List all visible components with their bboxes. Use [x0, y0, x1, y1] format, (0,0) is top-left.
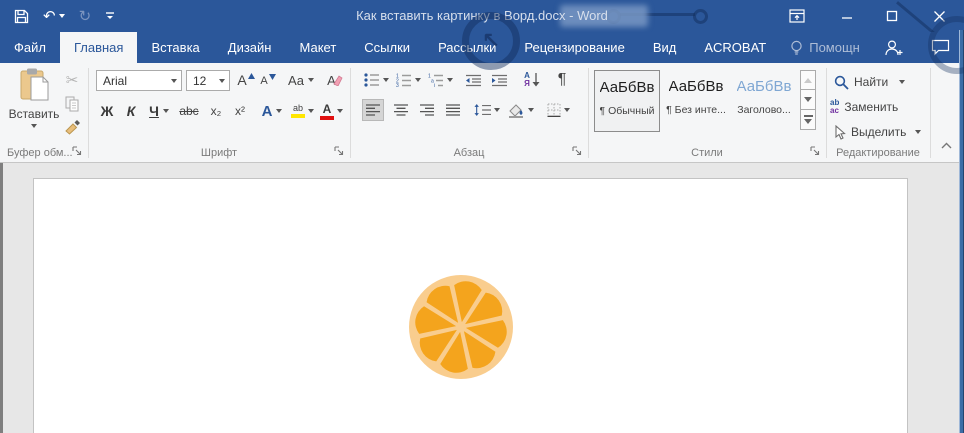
- line-spacing-button[interactable]: [474, 99, 500, 121]
- copy-icon[interactable]: [62, 95, 82, 113]
- tell-me-box[interactable]: Помощн: [780, 32, 870, 63]
- tab-file[interactable]: Файл: [0, 32, 60, 63]
- font-dialog-launcher-icon[interactable]: [334, 146, 346, 158]
- ribbon-display-options-button[interactable]: [780, 0, 814, 32]
- styles-scroll-down-button[interactable]: [800, 90, 816, 110]
- align-right-button[interactable]: [416, 99, 438, 121]
- tab-review[interactable]: Рецензирование: [510, 32, 638, 63]
- quick-access-toolbar: ↶ ↻: [14, 0, 115, 32]
- grow-font-button[interactable]: А: [236, 70, 256, 90]
- clear-formatting-button[interactable]: А: [324, 70, 346, 90]
- redo-button[interactable]: ↻: [79, 9, 92, 24]
- ribbon: Вставить ✂ Буфер обм... Arial 12 А А Аа: [0, 63, 964, 163]
- style-no-spacing[interactable]: АаБбВв ¶ Без инте...: [663, 70, 729, 132]
- text-effects-caret[interactable]: [274, 101, 284, 121]
- undo-button[interactable]: ↶: [43, 9, 65, 24]
- bold-button[interactable]: Ж: [98, 101, 116, 121]
- numbering-button[interactable]: 123: [394, 70, 414, 90]
- watermark-cursor-logo: ↖: [462, 12, 520, 70]
- multilevel-list-button[interactable]: 1ai: [426, 70, 446, 90]
- sort-button[interactable]: А Я: [520, 68, 544, 92]
- replace-button[interactable]: ab ac Заменить: [830, 96, 898, 118]
- watermark-blur-patch: [560, 5, 648, 27]
- font-size-combobox[interactable]: 12: [186, 70, 230, 91]
- paste-button[interactable]: Вставить: [6, 68, 62, 144]
- font-group-label: Шрифт: [88, 147, 350, 159]
- font-name-combobox[interactable]: Arial: [96, 70, 182, 91]
- tab-home[interactable]: Главная: [60, 32, 137, 63]
- paste-label: Вставить: [9, 107, 60, 121]
- justify-button[interactable]: [442, 99, 464, 121]
- decrease-indent-button[interactable]: [462, 70, 484, 90]
- customize-qat-icon[interactable]: [105, 11, 115, 21]
- styles-scroll-up-button[interactable]: [800, 70, 816, 90]
- paragraph-group-label: Абзац: [350, 147, 588, 159]
- select-button[interactable]: Выделить: [834, 121, 921, 143]
- show-marks-button[interactable]: ¶: [552, 68, 572, 92]
- save-icon[interactable]: [14, 9, 29, 24]
- highlight-color-button[interactable]: ab: [288, 101, 308, 121]
- tab-acrobat[interactable]: ACROBAT: [690, 32, 780, 63]
- styles-group-label: Стили: [588, 147, 826, 159]
- style-heading1[interactable]: АаБбВв Заголово...: [731, 70, 797, 132]
- paragraph-dialog-launcher-icon[interactable]: [572, 146, 584, 158]
- clipboard-group-label: Буфер обм...: [7, 147, 73, 159]
- styles-dialog-launcher-icon[interactable]: [810, 146, 822, 158]
- italic-button[interactable]: К: [122, 101, 140, 121]
- share-person-icon[interactable]: [883, 39, 903, 57]
- find-button[interactable]: Найти: [834, 71, 905, 93]
- align-left-button[interactable]: [362, 99, 384, 121]
- font-color-caret[interactable]: [335, 101, 345, 121]
- bullets-button[interactable]: [362, 70, 382, 90]
- styles-more-button[interactable]: [800, 110, 816, 130]
- format-painter-icon[interactable]: [62, 118, 82, 136]
- style-normal[interactable]: АаБбВв ¶ Обычный: [594, 70, 660, 132]
- svg-text:i: i: [434, 83, 435, 87]
- maximize-button[interactable]: [875, 0, 909, 32]
- numbering-caret[interactable]: [413, 70, 423, 90]
- underline-dropdown-caret[interactable]: [161, 101, 171, 121]
- svg-text:3: 3: [396, 83, 399, 87]
- paste-dropdown-caret[interactable]: [31, 124, 37, 128]
- minimize-button[interactable]: [830, 0, 864, 32]
- clipboard-dialog-launcher-icon[interactable]: [72, 146, 84, 158]
- highlight-caret[interactable]: [306, 101, 316, 121]
- tab-insert[interactable]: Вставка: [137, 32, 213, 63]
- cursor-arrow-icon: [834, 125, 846, 140]
- window-right-edge: [959, 30, 964, 433]
- tab-references[interactable]: Ссылки: [350, 32, 424, 63]
- borders-button[interactable]: [544, 99, 572, 121]
- increase-indent-button[interactable]: [488, 70, 510, 90]
- search-icon: [834, 75, 849, 90]
- align-center-button[interactable]: [390, 99, 412, 121]
- tab-view[interactable]: Вид: [639, 32, 691, 63]
- tab-layout[interactable]: Макет: [285, 32, 350, 63]
- bullets-caret[interactable]: [381, 70, 391, 90]
- lightbulb-icon: [790, 40, 803, 56]
- shading-button[interactable]: [508, 99, 534, 121]
- cut-icon[interactable]: ✂: [62, 71, 82, 89]
- multilevel-caret[interactable]: [445, 70, 455, 90]
- styles-gallery-scroll: [800, 70, 816, 130]
- font-color-button[interactable]: А: [318, 101, 336, 121]
- document-area[interactable]: [0, 163, 964, 433]
- window-left-edge: [0, 163, 3, 433]
- document-page[interactable]: [33, 178, 908, 433]
- font-color-bar: [320, 116, 334, 120]
- collapse-ribbon-chevron-icon[interactable]: [936, 137, 956, 153]
- paste-clipboard-icon: [18, 68, 50, 104]
- superscript-button[interactable]: х²: [230, 101, 250, 121]
- highlight-color-bar: [291, 114, 305, 118]
- subscript-button[interactable]: х₂: [206, 101, 226, 121]
- editing-group-label: Редактирование: [826, 147, 930, 159]
- change-case-button[interactable]: Аа: [286, 70, 316, 90]
- shrink-font-button[interactable]: А: [259, 72, 277, 90]
- word-window: ↶ ↻ Как вставить картинку в Ворд.docx - …: [0, 0, 964, 433]
- orange-slice-image[interactable]: [408, 274, 514, 380]
- strikethrough-button[interactable]: abc: [176, 101, 202, 121]
- watermark-dot: [693, 9, 708, 24]
- tab-design[interactable]: Дизайн: [214, 32, 286, 63]
- replace-icon: ab ac: [830, 99, 839, 115]
